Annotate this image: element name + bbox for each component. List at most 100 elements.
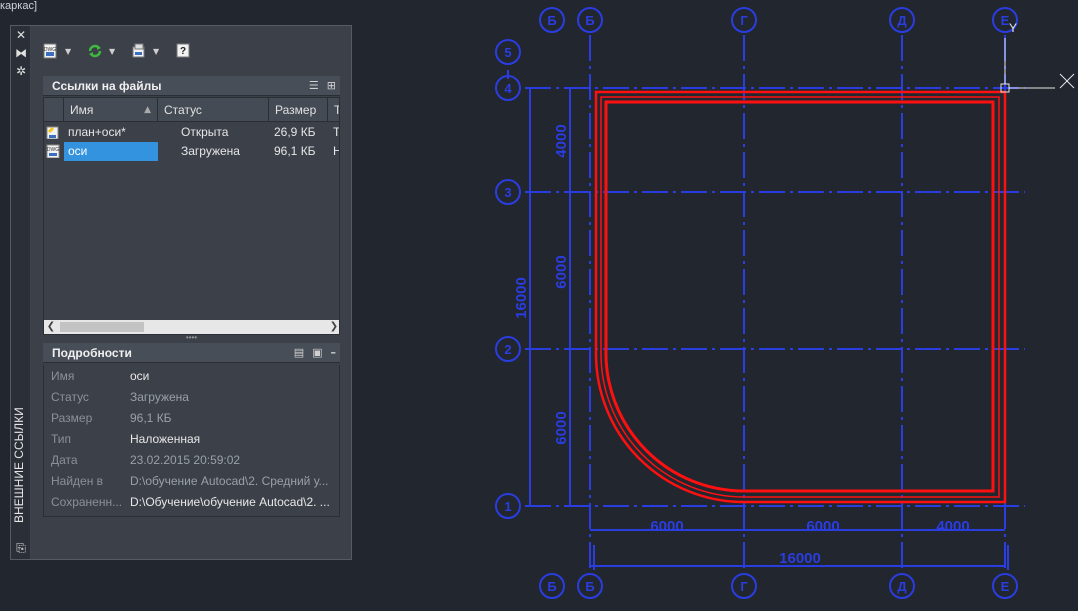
palette-title-strip[interactable]: ✕ ⧓ ✲ ВНЕШНИЕ ССЫЛКИ ⎘: [11, 26, 31, 559]
viewport-style-label[interactable]: каркас]: [0, 0, 37, 12]
ucs-icon: [1000, 38, 1075, 93]
axis-label-left-2: 2: [504, 342, 511, 357]
svg-text:?: ?: [180, 46, 186, 57]
axis-label-bottom-b: Б: [585, 579, 594, 594]
detail-label: Тип: [51, 432, 72, 446]
dim-bottom-1: 6000: [650, 518, 683, 535]
file-references-title: Ссылки на файлы: [52, 79, 162, 93]
wall-inner: [604, 100, 995, 493]
dim-left-3: 6000: [553, 411, 570, 444]
axis-label-top-0: Б: [547, 13, 556, 28]
file-references-header[interactable]: Ссылки на файлы ☰ ⊞: [43, 76, 340, 96]
details-header[interactable]: Подробности ▤ ▣ –: [43, 343, 340, 363]
detail-value[interactable]: оси: [130, 366, 336, 387]
detail-label: Сохраненн...: [51, 495, 123, 509]
walls: [594, 90, 1007, 504]
column-header-size[interactable]: Размер: [269, 98, 328, 122]
axis-label-top-g: Г: [740, 13, 748, 28]
external-references-palette: ✕ ⧓ ✲ ВНЕШНИЕ ССЫЛКИ ⎘ DWG ▼ ▼ ▼ ? Ссылк…: [10, 25, 352, 560]
detail-value[interactable]: Наложенная: [130, 429, 336, 450]
close-icon[interactable]: ✕: [14, 28, 28, 42]
wall-middle: [600, 96, 1000, 498]
file-status: Загружена: [181, 144, 240, 158]
file-name: оси: [64, 142, 158, 161]
collapse-icon[interactable]: –: [331, 343, 337, 363]
table-row-selected[interactable]: DWG оси Загружена 96,1 КБ Н: [44, 142, 339, 161]
toolbar: DWG ▼ ▼ ▼ ?: [41, 38, 193, 64]
help-icon[interactable]: ?: [173, 41, 193, 61]
svg-text:DWG: DWG: [44, 47, 56, 53]
details-view-icon[interactable]: ▤: [294, 343, 304, 363]
detail-label: Статус: [51, 390, 89, 404]
change-path-dropdown-icon[interactable]: ▼: [153, 47, 163, 56]
wall-outer: [594, 90, 1007, 504]
details-title: Подробности: [52, 346, 132, 360]
detail-row-type: Тип Наложенная: [44, 429, 341, 450]
axis-label-bottom-d: Д: [897, 579, 907, 594]
pane-splitter[interactable]: ••••: [43, 334, 340, 342]
axis-label-left-3: 3: [504, 185, 511, 200]
attach-dropdown-icon[interactable]: ▼: [65, 47, 75, 56]
detail-label: Размер: [51, 411, 93, 425]
axis-label-bottom-g: Г: [740, 579, 748, 594]
axis-label-bottom-0: Б: [547, 579, 556, 594]
table-row[interactable]: план+оси* Открыта 26,9 КБ Т: [44, 123, 340, 142]
column-header-name[interactable]: Имя ▲: [64, 98, 158, 122]
palette-content: DWG ▼ ▼ ▼ ? Ссылки на файлы ☰ ⊞ Имя ▲ Ст…: [31, 26, 351, 559]
axis-label-left-5: 5: [504, 45, 511, 60]
attach-dwg-icon[interactable]: DWG: [41, 41, 61, 61]
xref-dwg-icon: DWG: [46, 144, 62, 158]
file-size: 96,1 КБ: [274, 144, 316, 158]
dim-bottom-3: 4000: [936, 518, 969, 535]
column-header-status[interactable]: Статус: [158, 98, 269, 122]
detail-value: 96,1 КБ: [130, 411, 172, 425]
preview-view-icon[interactable]: ▣: [312, 343, 322, 363]
dwg-current-icon: [46, 125, 62, 139]
dim-left-2: 6000: [553, 255, 570, 288]
dim-bottom-total: 16000: [779, 550, 821, 567]
svg-text:DWG: DWG: [47, 147, 59, 153]
change-path-icon[interactable]: [129, 41, 149, 61]
dim-left-total: 16000: [513, 277, 530, 319]
tree-view-icon[interactable]: ⊞: [327, 76, 336, 96]
list-view-icon[interactable]: ☰: [309, 76, 319, 96]
file-references-list[interactable]: Имя ▲ Статус Размер Т план+оси* Открыта …: [43, 97, 340, 335]
palette-title: ВНЕШНИЕ ССЫЛКИ: [12, 407, 26, 523]
dim-left-1: 4000: [553, 124, 570, 157]
axis-label-left-4: 4: [504, 81, 512, 96]
axis-label-top-d: Д: [897, 13, 907, 28]
file-type: Т: [333, 125, 340, 139]
column-header-type[interactable]: Т: [328, 98, 339, 122]
detail-row-saved-path: Сохраненн... D:\Обучение\обучение Autoca…: [44, 492, 341, 513]
detail-row-status: Статус Загружена: [44, 387, 341, 408]
detail-row-date: Дата 23.02.2015 20:59:02: [44, 450, 341, 471]
column-header-icon[interactable]: [44, 98, 64, 122]
detail-row-size: Размер 96,1 КБ: [44, 408, 341, 429]
scroll-right-icon[interactable]: ❯: [327, 320, 339, 334]
detail-value: 23.02.2015 20:59:02: [130, 453, 241, 467]
details-panel: Имя оси Статус Загружена Размер 96,1 КБ …: [43, 365, 340, 517]
detail-value[interactable]: D:\Обучение\обучение Autocad\2. ...: [130, 492, 336, 513]
scrollbar-thumb[interactable]: [60, 322, 144, 332]
file-status: Открыта: [181, 125, 229, 139]
file-name: план+оси*: [68, 125, 126, 139]
detail-value: D:\обучение Autocad\2. Средний у...: [130, 474, 329, 488]
column-header-name-label: Имя: [70, 103, 94, 117]
horizontal-scrollbar[interactable]: ❮ ❯: [44, 320, 339, 334]
refresh-icon[interactable]: [85, 41, 105, 61]
autohide-icon[interactable]: ⧓: [14, 46, 28, 60]
file-size: 26,9 КБ: [274, 125, 316, 139]
detail-label: Имя: [51, 369, 75, 383]
ucs-y-label: Y: [1009, 21, 1017, 35]
axis-label-left-1: 1: [504, 499, 511, 514]
detail-label: Найден в: [51, 474, 104, 488]
palette-menu-icon[interactable]: ⎘: [14, 541, 28, 555]
properties-gear-icon[interactable]: ✲: [14, 64, 28, 78]
detail-row-name: Имя оси: [44, 366, 341, 387]
axis-label-top-b: Б: [585, 13, 594, 28]
dim-bottom-2: 6000: [806, 518, 839, 535]
scroll-left-icon[interactable]: ❮: [44, 320, 58, 334]
file-type: Н: [333, 142, 339, 161]
refresh-dropdown-icon[interactable]: ▼: [109, 47, 119, 56]
sort-ascending-icon: ▲: [144, 105, 151, 115]
